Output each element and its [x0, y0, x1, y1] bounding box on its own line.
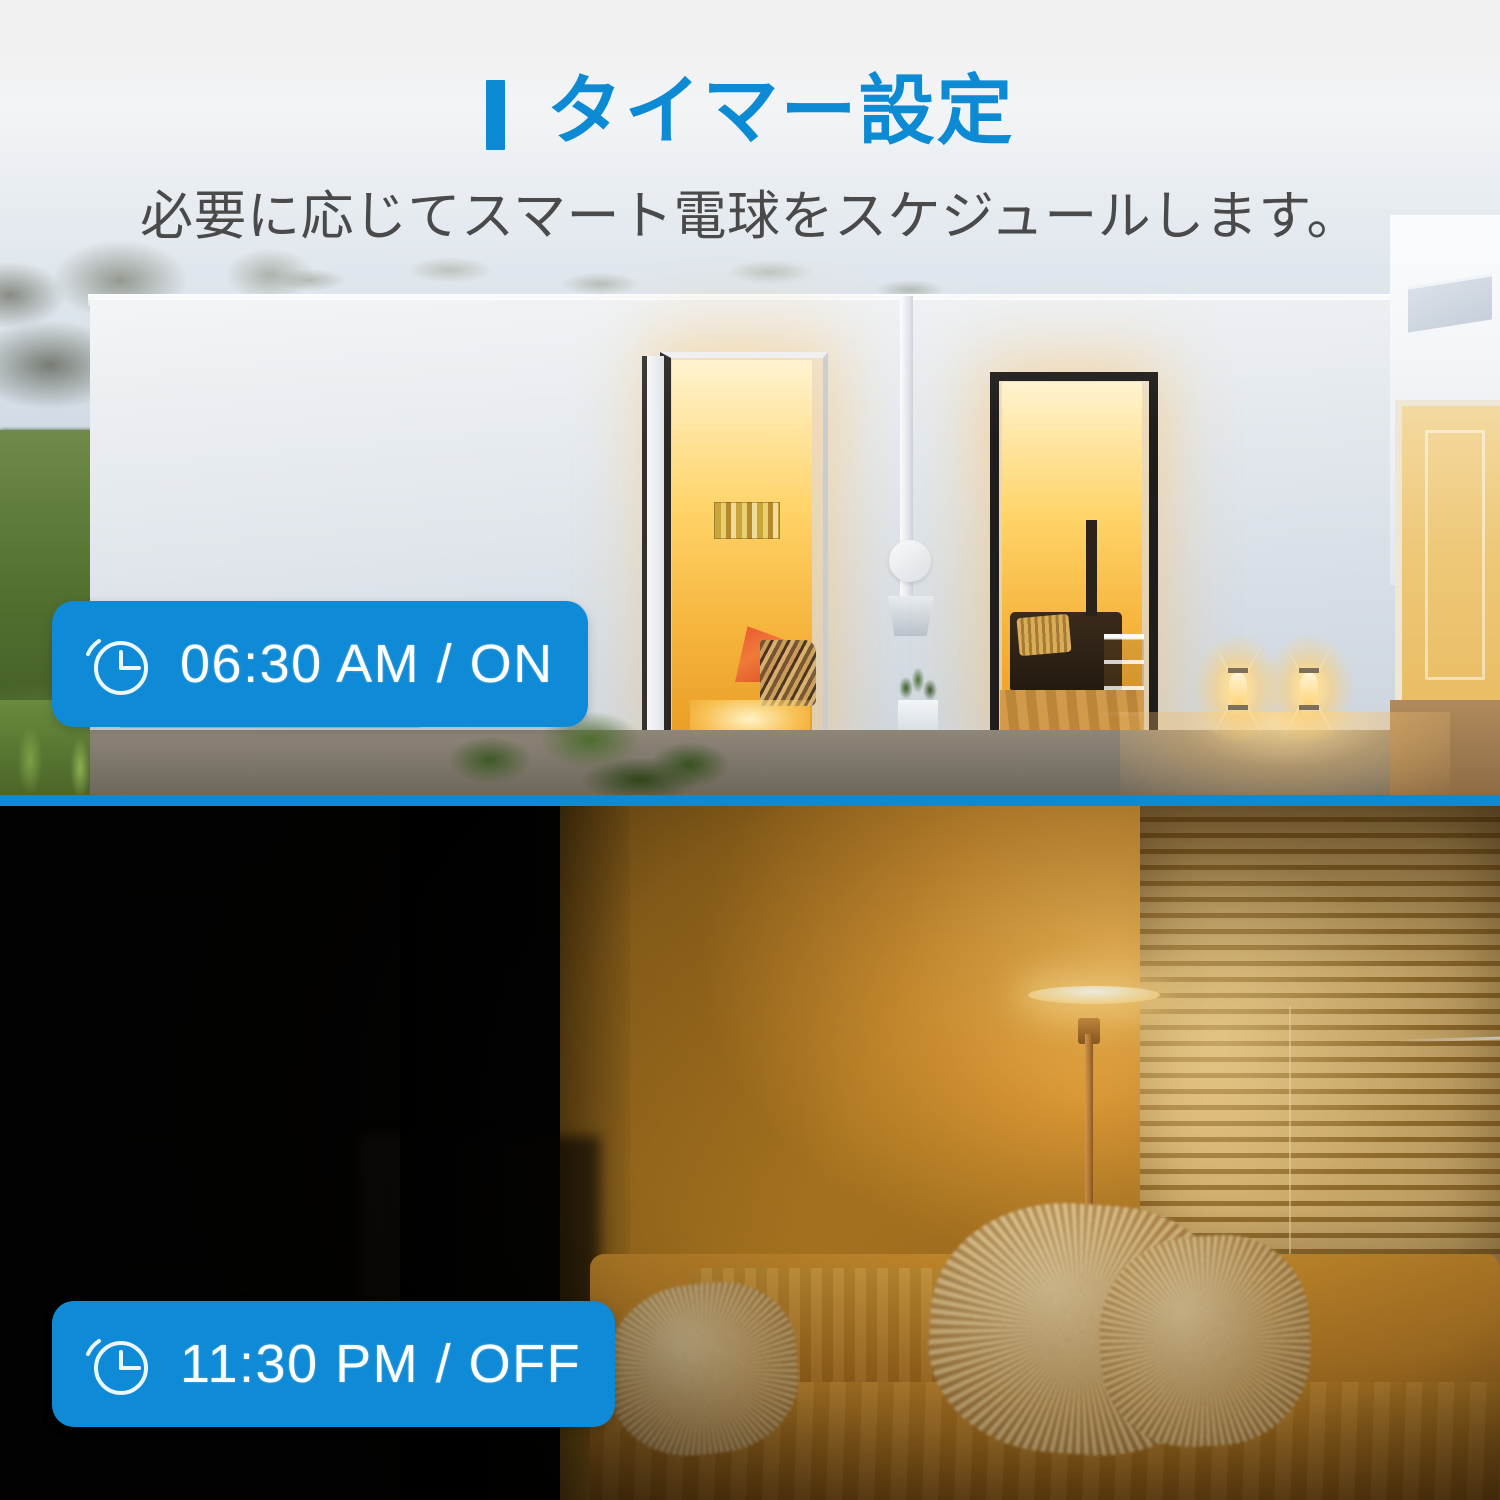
alarm-clock-icon: [86, 1339, 148, 1395]
schedule-badge-morning[interactable]: 06:30 AM / ON: [52, 601, 588, 727]
sconce-bulb: [1300, 672, 1318, 706]
sconce-cap-top: [1228, 668, 1248, 673]
schedule-badge-label: 11:30 PM / OFF: [180, 1334, 582, 1394]
header-white-fade-overlay: [0, 0, 1500, 430]
right-door-panel: [1425, 430, 1485, 680]
wall-sconce-right: [1264, 634, 1354, 744]
schedule-badge-label: 06:30 AM / ON: [180, 634, 554, 694]
sconce-cap-bottom: [1228, 705, 1248, 710]
schedule-badge-night[interactable]: 11:30 PM / OFF: [52, 1301, 616, 1427]
sconce-cap-top: [1299, 668, 1319, 673]
potted-plant-foliage: [896, 668, 940, 704]
product-feature-page: タイマー設定 必要に応じてスマート電球をスケジュールします。 06:30 AM …: [0, 0, 1500, 1500]
sconce-cap-bottom: [1299, 705, 1319, 710]
alarm-clock-icon: [86, 639, 148, 695]
wall-disc-fixture: [889, 540, 931, 582]
wall-sconce-left: [1193, 634, 1283, 744]
wall-scoop-fixture: [888, 596, 934, 636]
sconce-bulb: [1229, 672, 1247, 706]
panel-divider: [0, 795, 1500, 806]
